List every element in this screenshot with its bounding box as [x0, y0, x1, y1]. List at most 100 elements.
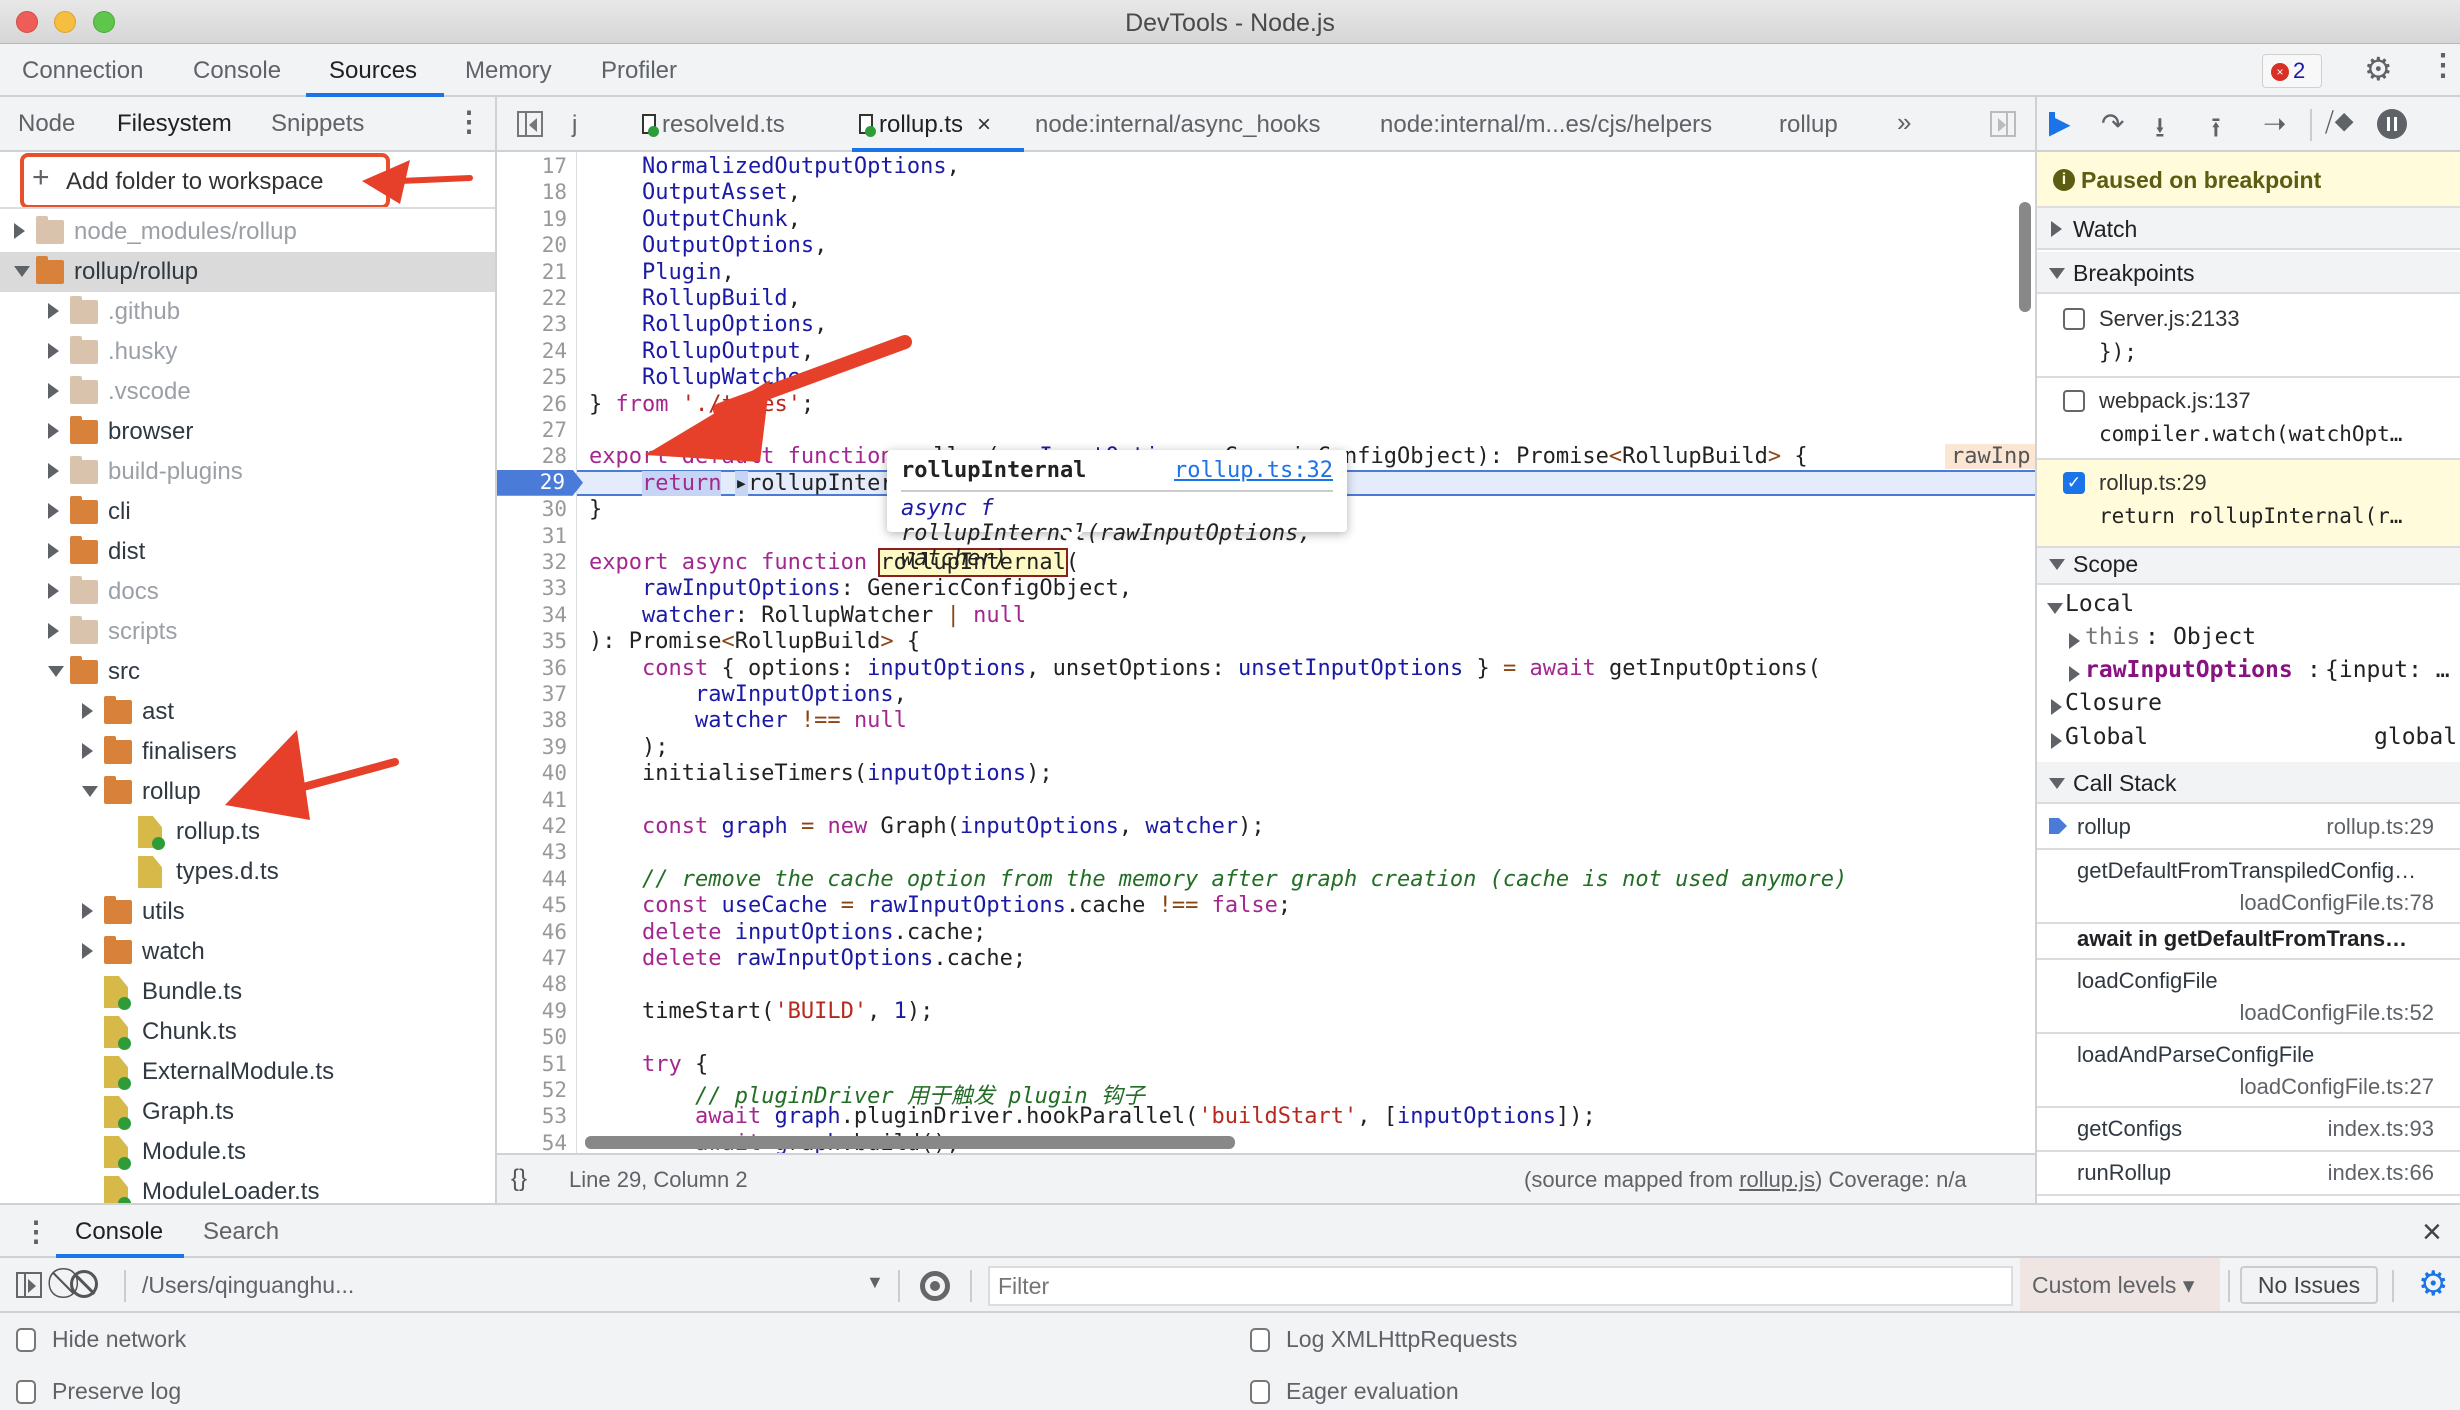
tree-folder-rollup-rollup[interactable]: rollup/rollup — [0, 252, 495, 292]
line-number[interactable]: 25 — [497, 365, 567, 389]
line-number[interactable]: 48 — [497, 972, 567, 996]
console-settings-gear-icon[interactable]: ⚙ — [2418, 1264, 2448, 1304]
expand-triangle-icon[interactable] — [48, 543, 59, 559]
deactivate-breakpoints-icon[interactable]: ⧸◆ — [2325, 107, 2354, 139]
issues-button[interactable]: No Issues — [2240, 1266, 2378, 1304]
call-frame[interactable]: runRollup index.ts:66 — [2037, 1152, 2460, 1196]
editor-tab-resolveid[interactable]: resolveId.ts — [642, 111, 785, 139]
tree-folder-dist[interactable]: dist — [0, 532, 495, 572]
call-frame[interactable]: loadConfigFile loadConfigFile.ts:52 — [2037, 960, 2460, 1034]
section-call-stack[interactable]: Call Stack — [2037, 762, 2460, 804]
console-filter-input[interactable] — [988, 1266, 2013, 1306]
add-folder-to-workspace-button[interactable]: + Add folder to workspace — [20, 153, 390, 209]
expand-triangle-icon[interactable] — [48, 463, 59, 479]
code-editor[interactable]: 17 18 19 20 21 22 23 24 25 26 27 28 30 31 32 33 34 35 36 37… — [497, 152, 2035, 1153]
tree-folder--husky[interactable]: .husky — [0, 332, 495, 372]
line-number[interactable]: 50 — [497, 1025, 567, 1049]
tree-file-rollup-ts[interactable]: rollup.ts — [0, 812, 495, 852]
tree-folder--github[interactable]: .github — [0, 292, 495, 332]
tree-file-externalmodule-ts[interactable]: ExternalModule.ts — [0, 1052, 495, 1092]
tree-folder-docs[interactable]: docs — [0, 572, 495, 612]
collapse-triangle-icon[interactable] — [82, 786, 98, 797]
tree-folder-browser[interactable]: browser — [0, 412, 495, 452]
section-watch[interactable]: Watch — [2037, 208, 2460, 250]
line-number[interactable]: 40 — [497, 761, 567, 785]
tree-folder-ast[interactable]: ast — [0, 692, 495, 732]
log-levels-dropdown[interactable]: Custom levels ▾ — [2020, 1258, 2220, 1311]
expand-triangle-icon[interactable] — [82, 903, 93, 919]
line-number[interactable]: 37 — [497, 682, 567, 706]
line-number[interactable]: 18 — [497, 180, 567, 204]
line-number[interactable]: 41 — [497, 788, 567, 812]
tree-folder-watch[interactable]: watch — [0, 932, 495, 972]
line-number[interactable]: 32 — [497, 550, 567, 574]
execution-context-select[interactable]: /Users/qinguanghu... — [142, 1272, 354, 1299]
line-number[interactable]: 53 — [497, 1104, 567, 1128]
line-number[interactable]: 17 — [497, 154, 567, 178]
line-number[interactable]: 23 — [497, 312, 567, 336]
line-number[interactable]: 26 — [497, 392, 567, 416]
line-number[interactable]: 45 — [497, 893, 567, 917]
line-number[interactable]: 36 — [497, 656, 567, 680]
editor-tab-cjs-helpers[interactable]: node:internal/m...es/cjs/helpers — [1380, 111, 1712, 139]
error-count-badge[interactable]: × 2 — [2262, 54, 2322, 88]
expand-triangle-icon[interactable] — [48, 583, 59, 599]
checkbox[interactable] — [16, 1380, 36, 1404]
line-number[interactable]: 30 — [497, 497, 567, 521]
line-number[interactable]: 52 — [497, 1078, 567, 1102]
line-number[interactable]: 19 — [497, 207, 567, 231]
tree-file-graph-ts[interactable]: Graph.ts — [0, 1092, 495, 1132]
expand-triangle-icon[interactable] — [82, 703, 93, 719]
tab-profiler[interactable]: Profiler — [601, 57, 677, 85]
call-frame[interactable]: getConfigs index.ts:93 — [2037, 1108, 2460, 1152]
expand-triangle-icon[interactable] — [48, 623, 59, 639]
expand-triangle-icon[interactable] — [82, 743, 93, 759]
call-frame[interactable]: getDefaultFromTranspiledConfig… loadConfi… — [2037, 850, 2460, 924]
tree-file-bundle-ts[interactable]: Bundle.ts — [0, 972, 495, 1012]
context-dropdown-arrow-icon[interactable]: ▼ — [866, 1272, 884, 1293]
close-drawer-icon[interactable]: × — [2422, 1213, 2442, 1252]
pretty-print-braces-icon[interactable]: {} — [511, 1165, 527, 1193]
line-number[interactable]: 49 — [497, 999, 567, 1023]
expand-triangle-icon[interactable] — [48, 383, 59, 399]
drawer-tab-search[interactable]: Search — [203, 1218, 279, 1246]
step-into-icon[interactable]: ⭳ — [2155, 107, 2165, 155]
line-number[interactable]: 33 — [497, 576, 567, 600]
line-number[interactable]: 54 — [497, 1131, 567, 1153]
drawer-tab-console[interactable]: Console — [75, 1218, 163, 1246]
call-frame[interactable]: loadAndParseConfigFile loadConfigFile.ts:… — [2037, 1034, 2460, 1108]
section-breakpoints[interactable]: Breakpoints — [2037, 252, 2460, 294]
line-number[interactable]: 31 — [497, 524, 567, 548]
line-number[interactable]: 46 — [497, 920, 567, 944]
breakpoint-item[interactable]: Server.js:2133}); — [2037, 296, 2460, 378]
line-number[interactable]: 20 — [497, 233, 567, 257]
pause-on-exceptions-icon[interactable] — [2377, 109, 2407, 139]
checkbox[interactable] — [1250, 1328, 1270, 1352]
toggle-debugger-button[interactable] — [1990, 111, 2016, 137]
line-number[interactable]: 44 — [497, 867, 567, 891]
line-number[interactable]: 28 — [497, 444, 567, 468]
tree-folder-node-modules-rollup[interactable]: node_modules/rollup — [0, 212, 495, 252]
tab-node[interactable]: Node — [18, 110, 75, 138]
section-scope[interactable]: Scope — [2037, 543, 2460, 585]
tab-connection[interactable]: Connection — [22, 57, 143, 85]
collapse-triangle-icon[interactable] — [14, 266, 30, 277]
live-expression-eye-icon[interactable] — [920, 1271, 950, 1301]
navigator-more-kebab-icon[interactable]: ⋮ — [455, 105, 483, 138]
line-number[interactable]: 27 — [497, 418, 567, 442]
toggle-navigator-button[interactable] — [517, 111, 543, 137]
editor-tab-async-hooks[interactable]: node:internal/async_hooks — [1035, 111, 1321, 139]
expand-triangle-icon[interactable] — [48, 423, 59, 439]
step-out-icon[interactable]: ⭱ — [2211, 107, 2221, 155]
tree-folder-finalisers[interactable]: finalisers — [0, 732, 495, 772]
settings-gear-icon[interactable]: ⚙ — [2364, 50, 2393, 88]
vertical-scrollbar[interactable] — [2019, 202, 2031, 312]
line-number[interactable]: 47 — [497, 946, 567, 970]
line-number[interactable]: 35 — [497, 629, 567, 653]
breakpoint-marker[interactable]: 29 — [497, 469, 583, 496]
line-number[interactable]: 51 — [497, 1052, 567, 1076]
tree-folder-scripts[interactable]: scripts — [0, 612, 495, 652]
tree-folder-rollup[interactable]: rollup — [0, 772, 495, 812]
expand-triangle-icon[interactable] — [14, 223, 25, 239]
drawer-more-kebab-icon[interactable]: ⋮ — [22, 1215, 50, 1248]
